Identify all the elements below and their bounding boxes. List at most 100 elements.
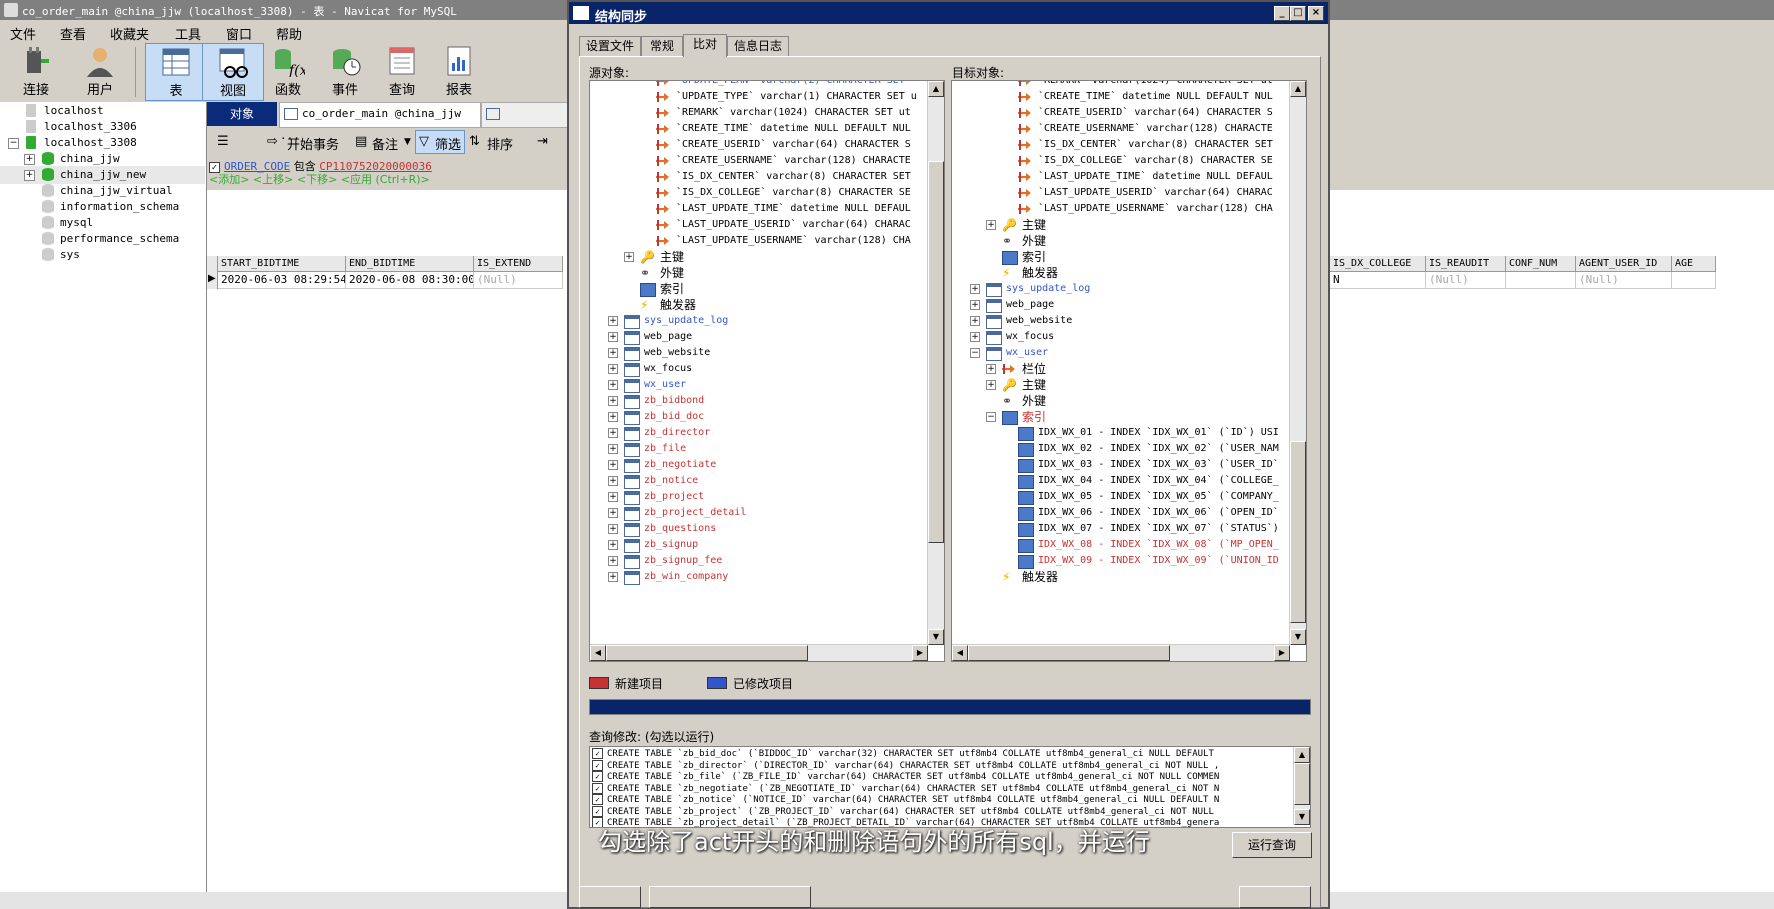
scroll-down-icon[interactable]: ▼ xyxy=(928,629,944,645)
tab-general[interactable]: 常规 xyxy=(641,36,683,56)
expand-icon[interactable]: + xyxy=(608,380,618,390)
tab-profile[interactable]: 设置文件 xyxy=(579,36,641,56)
expand-icon[interactable]: + xyxy=(608,396,618,406)
tree-node-label[interactable]: zb_bid_doc xyxy=(644,409,704,425)
tree-node-label[interactable]: 主键 xyxy=(660,249,684,265)
close-button[interactable]: × xyxy=(1308,6,1324,21)
expand-icon[interactable]: + xyxy=(608,572,618,582)
sql-checkbox[interactable]: ✓ xyxy=(592,794,603,805)
sql-list[interactable]: ▲ ▼ ✓ CREATE TABLE `zb_bid_doc` (`BIDDOC_… xyxy=(589,746,1311,828)
tree-node-label[interactable]: sys_update_log xyxy=(1006,281,1090,297)
tree-node-label[interactable]: wx_focus xyxy=(1006,329,1054,345)
tree-node-label[interactable]: 触发器 xyxy=(1022,569,1058,585)
tree-node-label[interactable]: IDX_WX_05 - INDEX `IDX_WX_05` (`COMPANY_ xyxy=(1038,489,1279,505)
sql-checkbox[interactable]: ✓ xyxy=(592,771,603,782)
target-tree[interactable]: ▲ ▼ ◀ ▶ `REMARK` varchar(1024) CHARACTER… xyxy=(951,80,1307,662)
scroll-up-icon[interactable]: ▲ xyxy=(1290,81,1306,97)
sql-checkbox[interactable]: ✓ xyxy=(592,782,603,794)
tab-compare[interactable]: 比对 xyxy=(683,34,727,57)
collapse-icon[interactable]: − xyxy=(986,412,996,422)
menu-window[interactable]: 窗口 xyxy=(226,24,252,43)
tree-node-label[interactable]: `REMARK` varchar(1024) CHARACTER SET ut xyxy=(1038,81,1273,89)
tree-node-label[interactable]: web_page xyxy=(1006,297,1054,313)
collapse-icon[interactable]: − xyxy=(8,138,19,149)
tree-node-label[interactable]: zb_signup_fee xyxy=(644,553,722,569)
run-query-button[interactable]: 运行查询 xyxy=(1232,832,1312,858)
tree-node-label[interactable]: web_page xyxy=(644,329,692,345)
grid-cell[interactable]: (Null) xyxy=(1426,272,1506,289)
expand-icon[interactable]: + xyxy=(986,220,996,230)
maximize-button[interactable]: □ xyxy=(1290,6,1306,21)
tree-node-label[interactable]: `LAST_UPDATE_USERNAME` varchar(128) CHA xyxy=(676,233,911,249)
source-vscroll[interactable]: ▲ ▼ xyxy=(927,81,944,645)
footer-button[interactable] xyxy=(579,886,641,908)
tree-node-label[interactable]: wx_user xyxy=(1006,345,1048,361)
tree-node-label[interactable]: `UPDATE_TYPE` varchar(1) CHARACTER SET u xyxy=(676,89,917,105)
tree-node-label[interactable]: zb_signup xyxy=(644,537,698,553)
scroll-left-icon[interactable]: ◀ xyxy=(952,645,968,661)
tree-node-label[interactable]: zb_project_detail xyxy=(644,505,746,521)
expand-icon[interactable]: + xyxy=(608,412,618,422)
tree-node-label[interactable]: `IS_DX_COLLEGE` varchar(8) CHARACTER SE xyxy=(1038,153,1273,169)
expand-icon[interactable]: + xyxy=(608,316,618,326)
expand-icon[interactable]: + xyxy=(986,380,996,390)
grid-cell[interactable] xyxy=(1672,272,1716,289)
grid-cell[interactable]: N xyxy=(1330,272,1426,289)
source-tree[interactable]: ▲ ▼ ◀ ▶ `UPDATE_PLAN` varchar(2) CHARACT… xyxy=(589,80,945,662)
menu-lines-icon[interactable]: ☰ xyxy=(217,134,229,149)
menu-view[interactable]: 查看 xyxy=(60,24,86,43)
tree-node-label[interactable]: `CREATE_TIME` datetime NULL DEFAULT NUL xyxy=(676,121,911,137)
target-hscroll[interactable]: ◀ ▶ xyxy=(952,644,1290,661)
sql-vscroll[interactable]: ▲ ▼ xyxy=(1293,747,1310,825)
menu-tools[interactable]: 工具 xyxy=(175,24,201,43)
grid-cell[interactable] xyxy=(1506,272,1576,289)
tab-objects[interactable]: 对象 xyxy=(207,102,277,126)
menu-help[interactable]: 帮助 xyxy=(276,24,302,43)
tree-node-label[interactable]: `CREATE_TIME` datetime NULL DEFAULT NUL xyxy=(1038,89,1273,105)
grid-header[interactable]: IS_REAUDIT xyxy=(1426,256,1506,272)
sql-checkbox[interactable]: ✓ xyxy=(592,805,603,817)
footer-button[interactable] xyxy=(649,886,811,908)
tree-node-label[interactable]: IDX_WX_02 - INDEX `IDX_WX_02` (`USER_NAM xyxy=(1038,441,1279,457)
grid-cell[interactable]: (Null) xyxy=(1576,272,1672,289)
expand-icon[interactable]: + xyxy=(970,284,980,294)
tree-node-label[interactable]: `CREATE_USERNAME` varchar(128) CHARACTE xyxy=(1038,121,1273,137)
tree-node-label[interactable]: 索引 xyxy=(660,281,684,297)
tree-node-label[interactable]: zb_project xyxy=(644,489,704,505)
tree-node-label[interactable]: wx_user xyxy=(644,377,686,393)
expand-icon[interactable]: + xyxy=(608,364,618,374)
scroll-right-icon[interactable]: ▶ xyxy=(1274,645,1290,661)
tree-node-label[interactable]: web_website xyxy=(644,345,710,361)
tree-node-label[interactable]: IDX_WX_06 - INDEX `IDX_WX_06` (`OPEN_ID` xyxy=(1038,505,1279,521)
grid-header[interactable]: IS_DX_COLLEGE xyxy=(1330,256,1426,272)
tree-node-label[interactable]: IDX_WX_08 - INDEX `IDX_WX_08` (`MP_OPEN_ xyxy=(1038,537,1279,553)
tree-node-label[interactable]: 栏位 xyxy=(1022,361,1046,377)
tree-node-label[interactable]: wx_focus xyxy=(644,361,692,377)
tree-node-label[interactable]: `LAST_UPDATE_TIME` datetime NULL DEFAUL xyxy=(676,201,911,217)
tree-node-label[interactable]: IDX_WX_07 - INDEX `IDX_WX_07` (`STATUS`) xyxy=(1038,521,1279,537)
expand-icon[interactable]: + xyxy=(608,460,618,470)
tree-item[interactable]: sys xyxy=(0,246,205,264)
expand-icon[interactable]: + xyxy=(970,316,980,326)
memo-button[interactable]: 备注 xyxy=(372,134,398,153)
expand-icon[interactable]: + xyxy=(970,332,980,342)
collapse-icon[interactable]: − xyxy=(970,348,980,358)
expand-icon[interactable]: + xyxy=(608,524,618,534)
memo-dropdown-icon[interactable]: ▼ xyxy=(404,137,411,147)
tree-node-label[interactable]: web_website xyxy=(1006,313,1072,329)
event-button[interactable]: 事件 xyxy=(315,43,375,99)
tree-node-label[interactable]: 外键 xyxy=(660,265,684,281)
report-button[interactable]: 报表 xyxy=(429,43,489,99)
menu-favorites[interactable]: 收藏夹 xyxy=(110,24,149,43)
user-button[interactable]: 用户 xyxy=(70,43,130,99)
tree-node-label[interactable]: 索引 xyxy=(1022,409,1046,425)
grid-header[interactable]: IS_EXTEND xyxy=(474,256,563,272)
tree-node-label[interactable]: 主键 xyxy=(1022,217,1046,233)
scroll-down-icon[interactable]: ▼ xyxy=(1290,629,1306,645)
sort-button[interactable]: 排序 xyxy=(487,134,513,153)
tree-node-label[interactable]: IDX_WX_03 - INDEX `IDX_WX_03` (`USER_ID` xyxy=(1038,457,1279,473)
tree-node-label[interactable]: 外键 xyxy=(1022,233,1046,249)
expand-icon[interactable]: + xyxy=(608,540,618,550)
tree-node-label[interactable]: IDX_WX_04 - INDEX `IDX_WX_04` (`COLLEGE_ xyxy=(1038,473,1279,489)
tree-node-label[interactable]: `REMARK` varchar(1024) CHARACTER SET ut xyxy=(676,105,911,121)
